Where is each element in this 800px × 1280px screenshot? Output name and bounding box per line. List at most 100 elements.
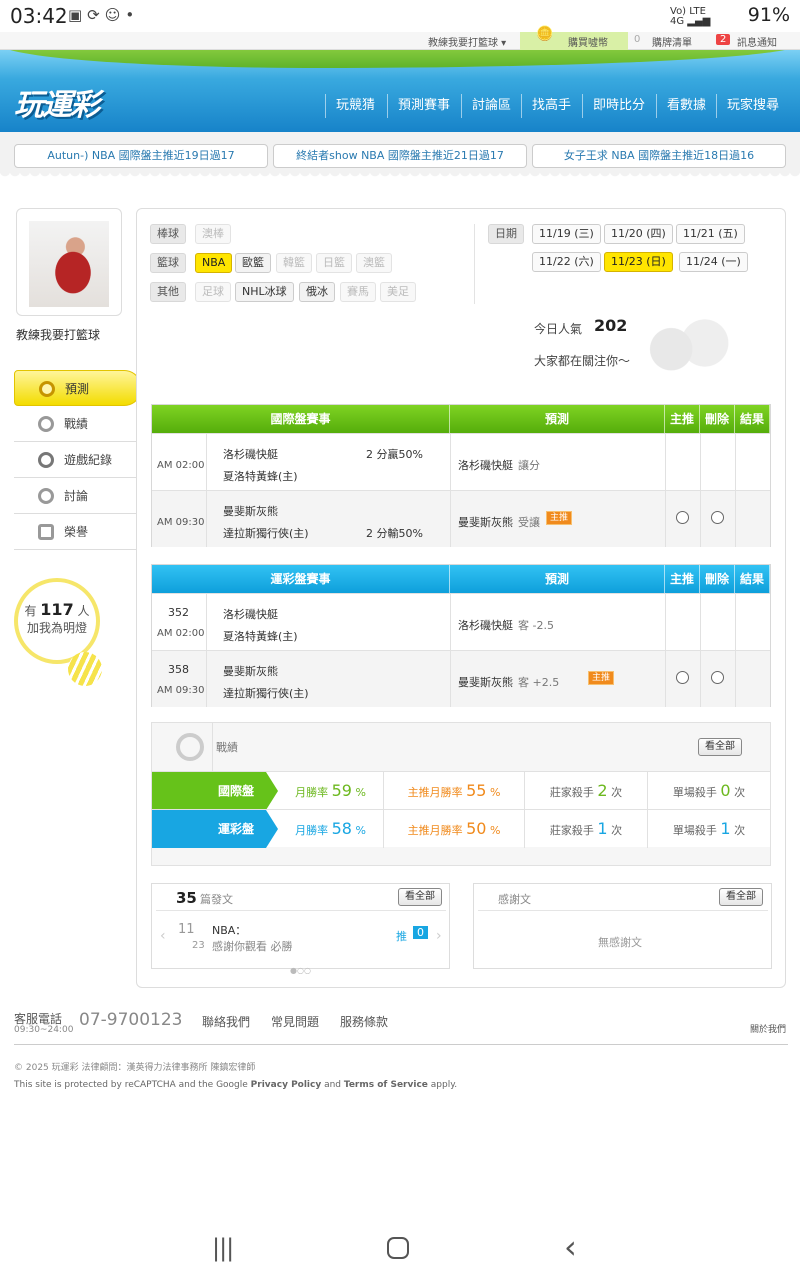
- nav-item[interactable]: 預測賽事: [387, 94, 450, 118]
- filter-chip[interactable]: NHL冰球: [235, 282, 294, 302]
- footer-link[interactable]: 服務條款: [340, 1013, 388, 1030]
- about-link[interactable]: 關於我們: [750, 1022, 786, 1035]
- sidemenu-label: 戰績: [64, 417, 89, 431]
- view-all-button[interactable]: 看全部: [719, 888, 763, 906]
- site-logo[interactable]: 玩運彩: [14, 80, 100, 124]
- next-arrow-icon[interactable]: ›: [436, 928, 442, 944]
- win-rate-value: 59: [331, 781, 352, 800]
- avatar[interactable]: [16, 208, 122, 316]
- footer-link[interactable]: 聯絡我們: [202, 1013, 250, 1030]
- table-header: 主推: [665, 405, 700, 433]
- win-rate-label: 月勝率: [295, 786, 329, 799]
- ticker-item[interactable]: 女子王求 NBA 國際盤主推近18日過16: [532, 144, 786, 168]
- date-chip-selected[interactable]: 11/23 (日): [604, 252, 673, 272]
- main-win-rate: 主推月勝率 50 %: [384, 810, 525, 848]
- date-chip[interactable]: 11/24 (一): [679, 252, 748, 272]
- filter-chip[interactable]: 歐籃: [235, 253, 271, 273]
- sidemenu-predict[interactable]: 預測: [14, 370, 142, 406]
- filter-chip[interactable]: 韓籃: [276, 253, 312, 273]
- recaptcha-text: This site is protected by reCAPTCHA and …: [14, 1080, 251, 1090]
- filter-chip[interactable]: 足球: [195, 282, 231, 302]
- privacy-link[interactable]: Privacy Policy: [251, 1080, 322, 1090]
- status-time: 03:42: [10, 4, 68, 28]
- popularity-label: 今日人氣: [534, 322, 583, 336]
- filter-chip-selected[interactable]: NBA: [195, 253, 233, 273]
- view-all-button[interactable]: 看全部: [698, 738, 742, 756]
- post-title[interactable]: NBA：: [212, 922, 246, 938]
- sidemenu-label: 預測: [65, 382, 90, 396]
- cart-count: 0: [634, 34, 641, 45]
- date-chip[interactable]: 11/21 (五): [676, 224, 745, 244]
- filter-chip[interactable]: 日籃: [316, 253, 352, 273]
- table-header: 結果: [735, 565, 770, 593]
- table-row: AM 02:00 洛杉磯快艇 夏洛特黃蜂(主) 2 分贏50% 洛杉磯快艇 讓分: [152, 433, 770, 490]
- delete-radio[interactable]: [711, 671, 724, 684]
- pick-type: 受讓: [518, 516, 540, 529]
- game-number: 352: [168, 606, 189, 619]
- date-chip[interactable]: 11/20 (四): [604, 224, 673, 244]
- divider: [665, 594, 666, 650]
- table-header: 結果: [735, 405, 770, 433]
- main-pick-badge: 主推: [588, 671, 615, 685]
- delete-radio[interactable]: [711, 511, 724, 524]
- cart-link[interactable]: 購牌清單: [652, 34, 692, 49]
- main-pick-radio[interactable]: [676, 671, 689, 684]
- footer-link[interactable]: 常見問題: [271, 1013, 319, 1030]
- nav-item[interactable]: 玩家搜尋: [716, 94, 779, 118]
- divider: [478, 910, 768, 911]
- pick-team: 曼斐斯灰熊: [458, 516, 513, 529]
- nav-item[interactable]: 找高手: [521, 94, 571, 118]
- nav-item[interactable]: 玩競猜: [325, 94, 375, 118]
- date-chip[interactable]: 11/22 (六): [532, 252, 601, 272]
- ticker-item[interactable]: 終結者show NBA 國際盤主推近21日過17: [273, 144, 527, 168]
- team-away: 曼斐斯灰熊: [223, 665, 278, 678]
- divider: [450, 594, 451, 650]
- single-killer: 單場殺手 0 次: [648, 772, 770, 810]
- filter-chip[interactable]: 澳籃: [356, 253, 392, 273]
- record-tag: 運彩盤: [152, 810, 278, 848]
- main-win-label: 主推月勝率: [407, 824, 463, 837]
- filter-chip[interactable]: 賽馬: [340, 282, 376, 302]
- avatar-image: [29, 221, 109, 307]
- divider: [735, 434, 736, 490]
- notify-link[interactable]: 訊息通知: [737, 34, 777, 49]
- main-win-value: 55: [466, 781, 487, 800]
- game-time: AM 02:00: [157, 460, 205, 471]
- main-win-rate: 主推月勝率 55 %: [384, 772, 525, 810]
- ticker-item[interactable]: Autun-) NBA 國際盤主推近19日過17: [14, 144, 268, 168]
- nav-item[interactable]: 即時比分: [582, 94, 645, 118]
- back-icon[interactable]: ‹: [564, 1228, 577, 1266]
- win-rate-label: 月勝率: [295, 824, 329, 837]
- main-pick-radio[interactable]: [676, 511, 689, 524]
- recent-apps-icon[interactable]: |||: [212, 1234, 234, 1262]
- date-chip[interactable]: 11/19 (三): [532, 224, 601, 244]
- nav-item[interactable]: 討論區: [461, 94, 511, 118]
- view-all-button[interactable]: 看全部: [398, 888, 442, 906]
- filter-chip[interactable]: 澳棒: [195, 224, 231, 244]
- sidemenu-game-log[interactable]: 遊戲紀錄: [14, 442, 136, 478]
- circle-icon: [38, 452, 54, 468]
- sidemenu-record[interactable]: 戰績: [14, 406, 136, 442]
- record-panel: 戰績 看全部 國際盤 月勝率 59 % 主推月勝率 55 % 莊家殺手 2 次 …: [151, 722, 771, 866]
- user-menu[interactable]: 教練我要打籃球 ▾: [428, 34, 506, 49]
- notification-icons: ▣⟳☺•: [68, 6, 140, 24]
- terms-link[interactable]: Terms of Service: [344, 1080, 428, 1090]
- divider: [700, 651, 701, 707]
- sidemenu-label: 討論: [64, 489, 89, 503]
- post-subtitle: 感謝你觀看 必勝: [212, 940, 293, 953]
- home-icon[interactable]: [387, 1237, 409, 1259]
- sidemenu-honor[interactable]: 榮譽: [14, 514, 136, 550]
- table-row: 352 AM 02:00 洛杉磯快艇 夏洛特黃蜂(主) 洛杉磯快艇 客 -2.5: [152, 593, 770, 650]
- status-bar: 03:42 ▣⟳☺• Vo) LTE 4G ▂▄▆ 91%: [0, 0, 800, 32]
- filter-chip[interactable]: 俄冰: [299, 282, 335, 302]
- filter-label-other: 其他: [150, 282, 186, 302]
- filter-chip[interactable]: 美足: [380, 282, 416, 302]
- single-value: 0: [720, 781, 731, 800]
- prev-arrow-icon[interactable]: ‹: [160, 928, 166, 944]
- battery-level: 91%: [747, 4, 790, 26]
- win-rate: 月勝率 59 %: [278, 772, 384, 810]
- fans-cta: 加我為明燈: [26, 621, 87, 635]
- sidemenu-discuss[interactable]: 討論: [14, 478, 136, 514]
- banker-killer: 莊家殺手 2 次: [525, 772, 648, 810]
- nav-item[interactable]: 看數據: [656, 94, 706, 118]
